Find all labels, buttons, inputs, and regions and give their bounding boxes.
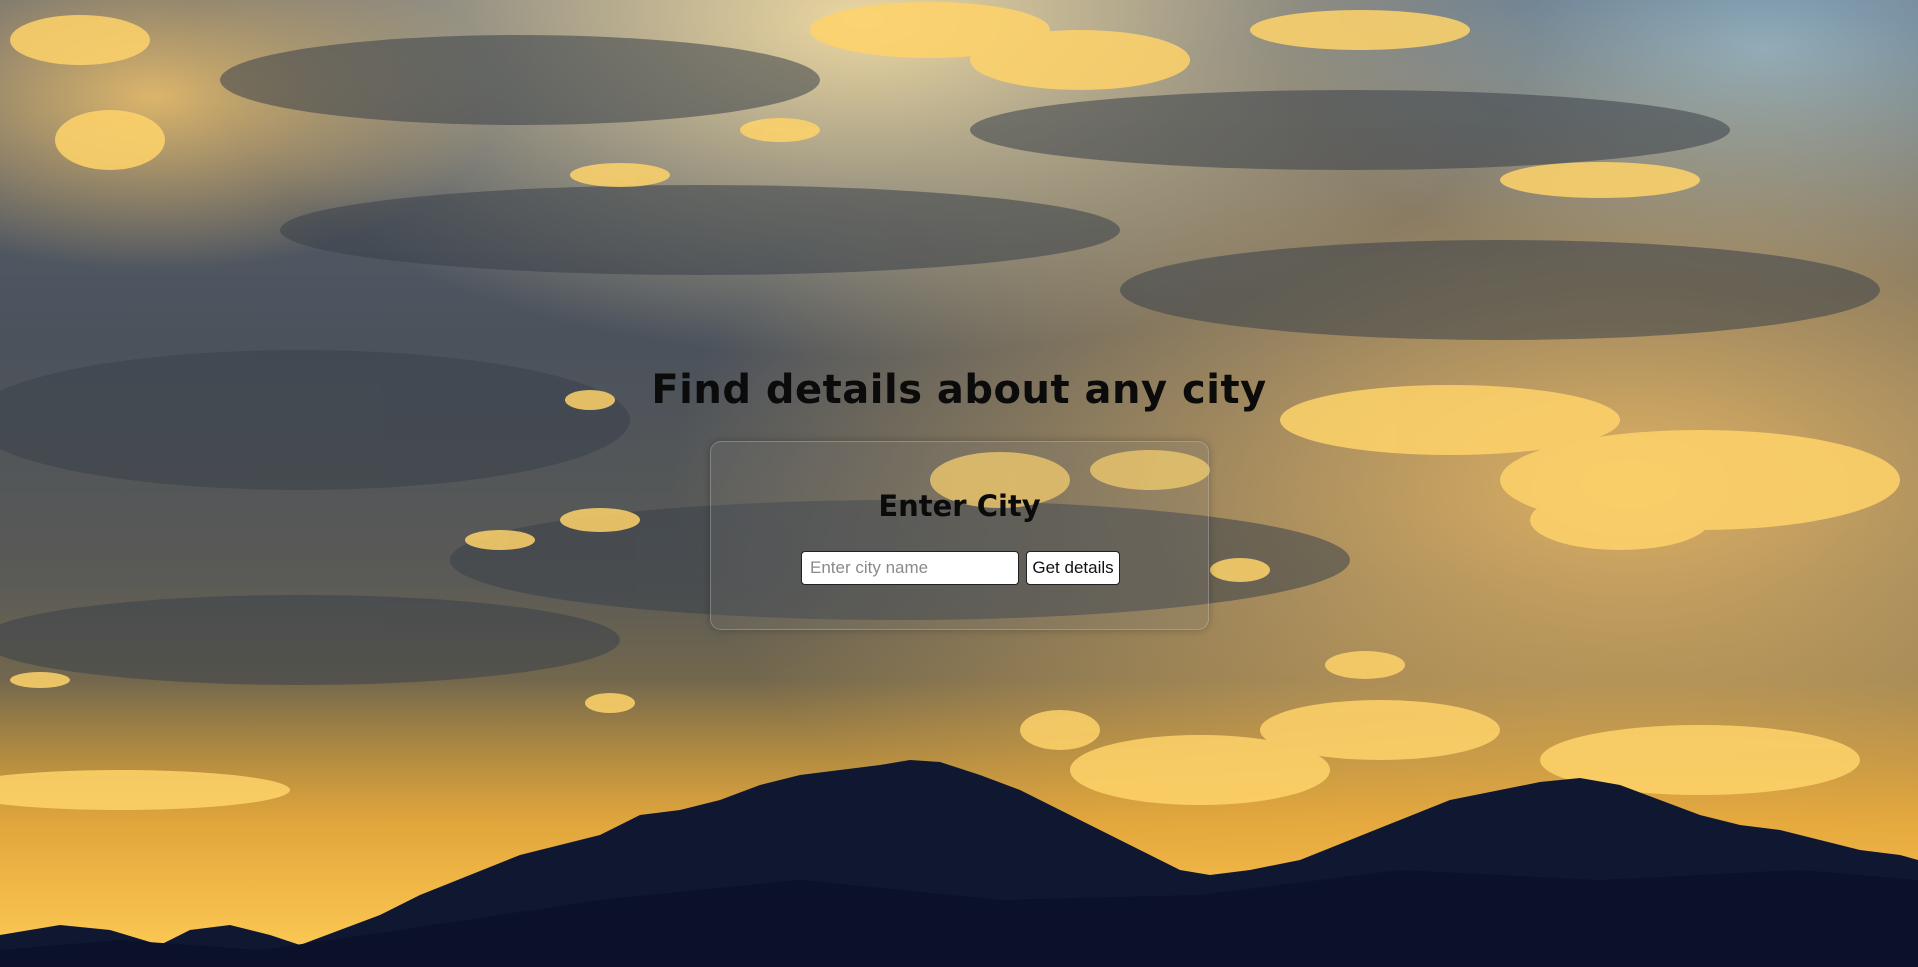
main-content: Find details about any city Enter City G…	[0, 0, 1918, 967]
city-search-input[interactable]	[801, 551, 1019, 585]
page-title: Find details about any city	[651, 367, 1267, 413]
search-card: Enter City Get details	[710, 441, 1209, 630]
get-details-button[interactable]: Get details	[1026, 551, 1120, 585]
card-heading: Enter City	[878, 489, 1041, 523]
